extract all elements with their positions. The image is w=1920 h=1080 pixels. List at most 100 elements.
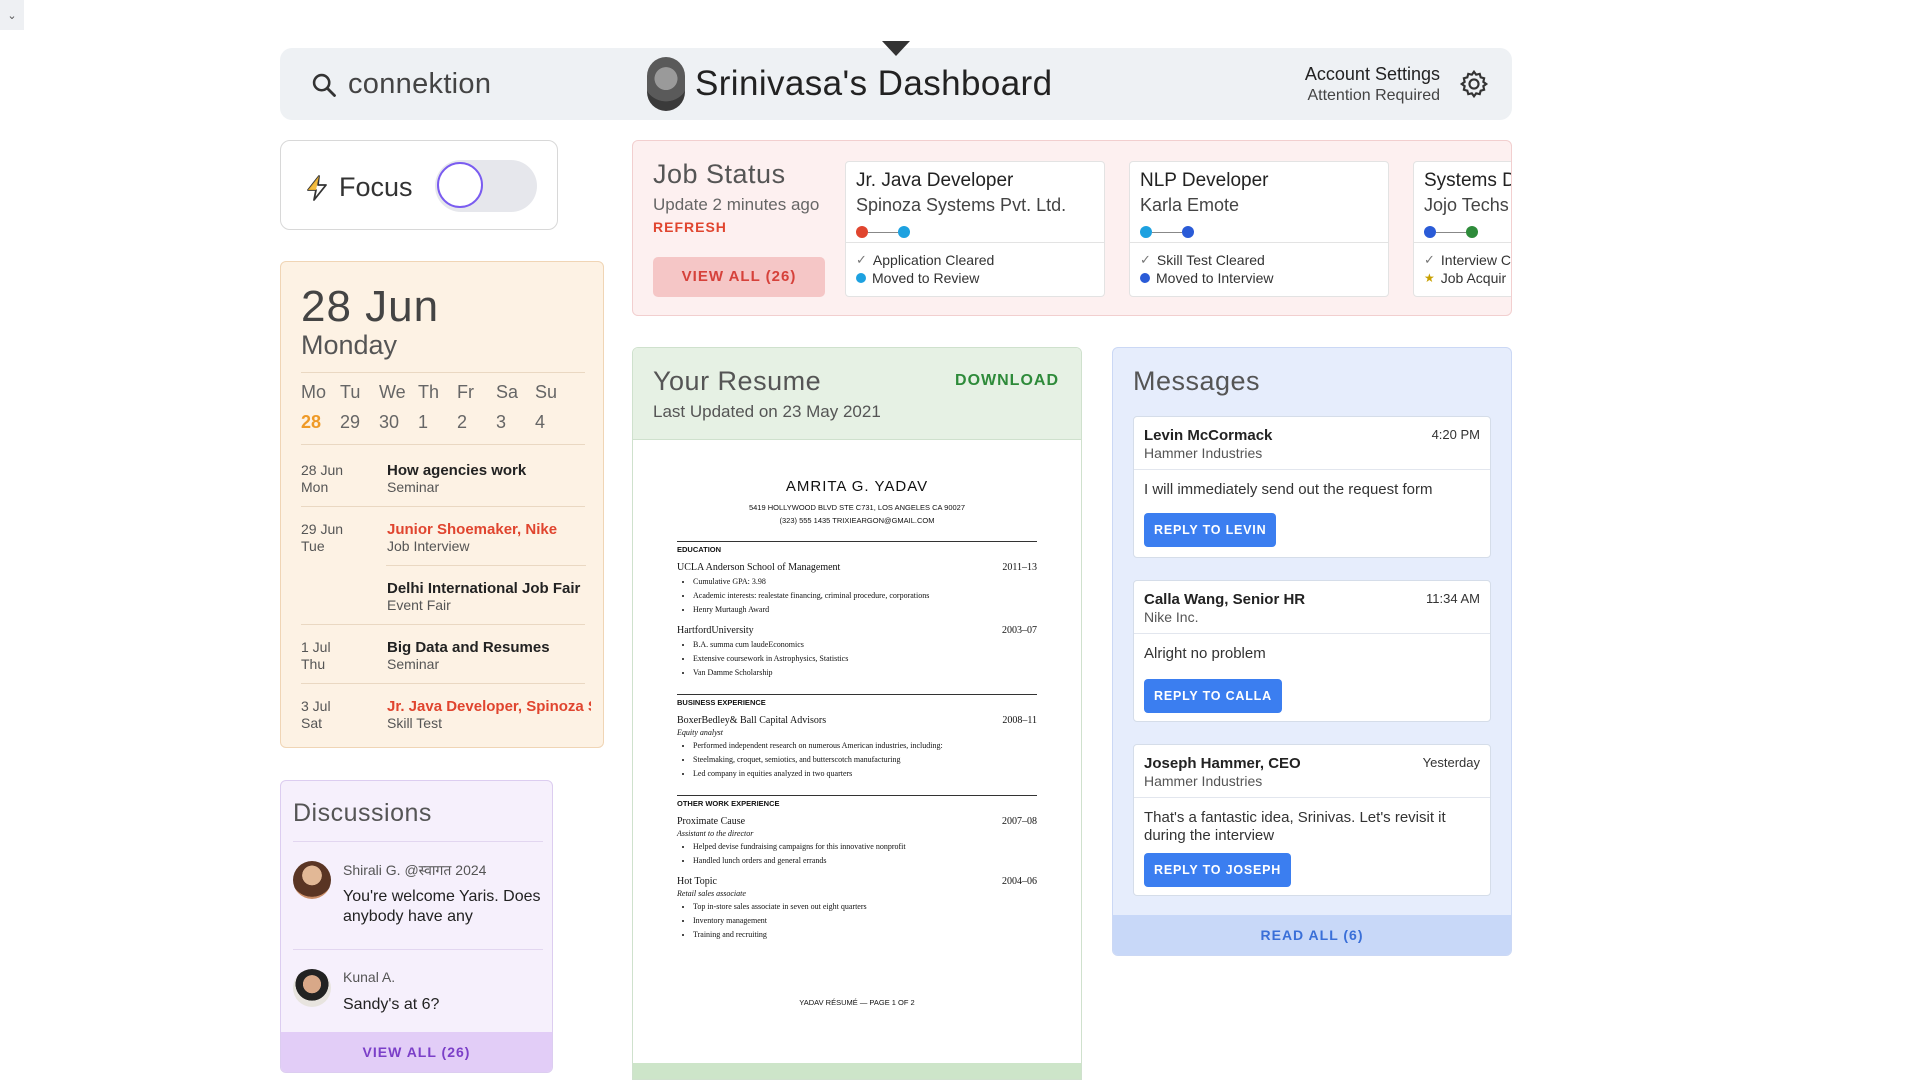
day-header: We (379, 382, 406, 402)
job-status-line: Skill Test Cleared (1156, 252, 1265, 268)
refresh-button[interactable]: REFRESH (653, 219, 727, 235)
calendar-event[interactable]: 3 Jul Sat Jr. Java Developer, Spinoza S S… (301, 694, 591, 752)
discussions-card: Discussions Shirali G. @स्वागत 2024 You'… (280, 780, 553, 1073)
reply-button[interactable]: REPLY TO CALLA (1144, 679, 1282, 713)
event-title: Jr. Java Developer, Spinoza S (387, 698, 591, 715)
resume-contact: (323) 555 1435 TRIXIEARGON@GMAIL.COM (779, 516, 935, 525)
check-icon: ✓ (1424, 252, 1435, 267)
calendar-event[interactable]: 29 Jun Tue Junior Shoemaker, Nike Job Int… (301, 517, 591, 575)
divider (846, 242, 1104, 243)
job-company: Jojo Techs (1424, 195, 1509, 215)
download-button[interactable]: DOWNLOAD (955, 372, 1059, 390)
message-sender: Joseph Hammer, CEO (1144, 755, 1301, 772)
divider (301, 444, 585, 445)
job-progress (856, 225, 910, 239)
avatar (293, 861, 331, 899)
job-view-all-button[interactable]: VIEW ALL (26) (653, 257, 825, 297)
job-progress (1140, 225, 1194, 239)
divider (1134, 797, 1490, 798)
message-card[interactable]: Calla Wang, Senior HR Nike Inc. 11:34 AM… (1133, 580, 1491, 722)
collapse-chevron-icon[interactable]: ⌄ (0, 0, 24, 30)
resume-name: AMRITA G. YADAV (785, 478, 929, 495)
job-card[interactable]: Jr. Java Developer Spinoza Systems Pvt. … (845, 161, 1105, 297)
discussion-item[interactable]: Shirali G. @स्वागत 2024 You're welcome Y… (293, 861, 543, 941)
day-number[interactable]: 29 (340, 412, 379, 433)
resume-section-heading: OTHER WORK EXPERIENCE (677, 795, 1037, 808)
read-all-button[interactable]: READ ALL (6) (1113, 915, 1511, 955)
day-number[interactable]: 30 (379, 412, 418, 433)
caret-down-icon[interactable] (882, 41, 910, 56)
resume-entry-years: 2004–06 (1002, 876, 1037, 887)
progress-dot (856, 226, 868, 238)
day-header: Sa (496, 382, 519, 402)
discussion-message: You're welcome Yaris. Does anybody have … (343, 888, 541, 925)
event-date: 1 Jul (301, 639, 331, 655)
day-number[interactable]: 3 (496, 412, 535, 433)
account-settings-label: Account Settings (1304, 64, 1440, 84)
progress-dot (898, 226, 910, 238)
day-number[interactable]: 1 (418, 412, 457, 433)
celebration-icon: ★ (1424, 271, 1435, 285)
divider (301, 506, 585, 507)
job-card[interactable]: Systems D Jojo Techs ✓ Interview C ★ Job A… (1413, 161, 1511, 297)
focus-toggle[interactable] (435, 160, 537, 212)
calendar-event[interactable]: Delhi International Job Fair Event Fair (301, 576, 591, 634)
event-title: Big Data and Resumes (387, 639, 550, 656)
resume-header: Your Resume Last Updated on 23 May 2021 … (633, 348, 1081, 440)
resume-entry-years: 2008–11 (1002, 715, 1037, 726)
day-number-today[interactable]: 28 (301, 412, 340, 433)
job-status-line: Moved to Review (872, 270, 980, 286)
avatar (293, 969, 331, 1007)
discussion-author: Kunal A. (343, 969, 396, 985)
page-title: Srinivasa's Dashboard (695, 64, 1053, 103)
job-status-line: Moved to Interview (1156, 270, 1274, 286)
resume-entry-org: UCLA Anderson School of Management (677, 562, 841, 573)
calendar-card: 28 Jun Monday Mo Tu We Th Fr Sa Su 28 29… (280, 261, 604, 748)
event-date: 3 Jul (301, 698, 331, 714)
resume-bullet: Van Damme Scholarship (693, 666, 1037, 680)
resume-address: 5419 HOLLYWOOD BLVD STE C731, LOS ANGELE… (748, 503, 966, 512)
search-input-text[interactable]: connektion (348, 68, 491, 101)
user-avatar[interactable] (647, 57, 685, 111)
resume-footer-bar[interactable] (633, 1063, 1081, 1079)
event-day: Thu (301, 656, 326, 672)
resume-bullet: Henry Murtaugh Award (693, 603, 1037, 617)
calendar-event[interactable]: 1 Jul Thu Big Data and Resumes Seminar (301, 635, 591, 693)
message-sender: Levin McCormack (1144, 427, 1273, 444)
message-card[interactable]: Joseph Hammer, CEO Hammer Industries Yes… (1133, 744, 1491, 896)
calendar-event[interactable]: 28 Jun Mon How agencies work Seminar (301, 458, 591, 516)
day-number[interactable]: 2 (457, 412, 496, 433)
day-header: Fr (457, 382, 474, 402)
day-number[interactable]: 4 (535, 412, 574, 433)
progress-dot (1140, 226, 1152, 238)
toggle-knob[interactable] (437, 162, 483, 208)
discussion-item[interactable]: Kunal A. Sandy's at 6? (293, 969, 543, 1029)
reply-button[interactable]: REPLY TO JOSEPH (1144, 853, 1292, 887)
resume-preview[interactable]: AMRITA G. YADAV 5419 HOLLYWOOD BLVD STE … (677, 478, 1037, 1007)
message-body: I will immediately send out the request … (1144, 481, 1433, 498)
resume-updated: Last Updated on 23 May 2021 (653, 402, 881, 421)
resume-bullet: Academic interests: realestate financing… (693, 589, 1037, 603)
message-card[interactable]: Levin McCormack Hammer Industries 4:20 P… (1133, 416, 1491, 558)
discussions-view-all-button[interactable]: VIEW ALL (26) (281, 1032, 552, 1072)
account-settings-link[interactable]: Account Settings Attention Required (1305, 64, 1440, 105)
day-header: Su (535, 382, 558, 402)
divider (1414, 242, 1511, 243)
job-card[interactable]: NLP Developer Karla Emote ✓ Skill Test Cl… (1129, 161, 1389, 297)
message-org: Hammer Industries (1144, 445, 1263, 461)
message-time: 11:34 AM (1426, 591, 1480, 606)
resume-entry-years: 2003–07 (1002, 625, 1037, 636)
gear-icon[interactable] (1458, 68, 1490, 100)
resume-section-heading: EDUCATION (677, 541, 1037, 554)
job-status-line: Interview C (1440, 252, 1511, 268)
job-title: Jr. Java Developer (856, 170, 1014, 191)
resume-bullet: B.A. summa cum laudeEconomics (693, 638, 1037, 652)
event-day: Sat (301, 715, 323, 731)
week-day-headers: Mo Tu We Th Fr Sa Su (301, 382, 574, 403)
resume-bullet: Handled lunch orders and general errands (693, 854, 1037, 868)
resume-entry-years: 2011–13 (1002, 562, 1037, 573)
job-status-card: Job Status Update 2 minutes ago REFRESH … (632, 140, 1512, 316)
job-company: Karla Emote (1140, 195, 1240, 215)
search-box[interactable]: connektion (310, 68, 491, 101)
reply-button[interactable]: REPLY TO LEVIN (1144, 513, 1277, 547)
